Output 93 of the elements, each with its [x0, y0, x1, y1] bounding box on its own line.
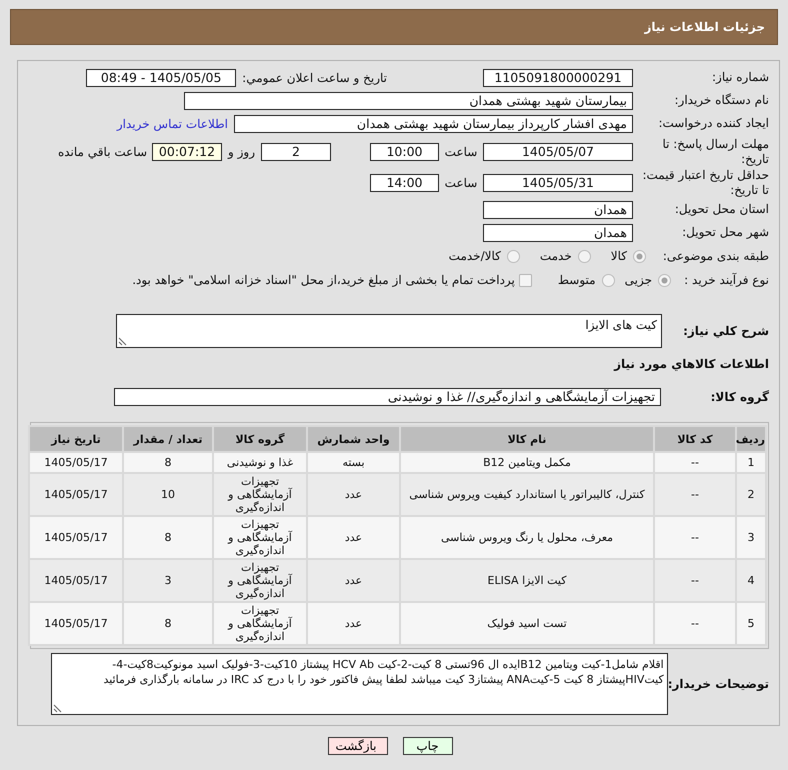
radio-label: کالا/خدمت [448, 249, 501, 263]
resize-grip-icon[interactable] [52, 704, 62, 713]
table-cell: -- [655, 603, 735, 644]
radio-label: جزیی [624, 273, 652, 287]
table-cell: کنترل، کالیبراتور یا استاندارد کیفیت ویروس شناسی [401, 474, 653, 515]
radio-button[interactable] [602, 274, 615, 286]
deadline-time-field[interactable]: 10:00 [370, 142, 439, 160]
table-cell: 1405/05/17 [30, 603, 122, 644]
table-cell: تست اسید فولیک [401, 603, 653, 644]
page-title: جزئیات اطلاعات نیاز [644, 20, 765, 34]
field-label: ایجاد کننده درخواست: [657, 116, 769, 131]
table-cell: 3 [737, 517, 765, 558]
need-summary-field[interactable]: کیت های الایزا [116, 314, 662, 348]
table-cell: 3 [124, 560, 212, 601]
field-label: شماره نیاز: [711, 70, 769, 85]
table-cell: 1405/05/17 [30, 517, 122, 558]
table-cell: 4 [737, 560, 765, 601]
requester-field[interactable]: مهدی افشار کارپرداز بیمارستان شهید بهشتی همدان [234, 114, 633, 132]
table-header-cell: نام کالا [401, 427, 653, 451]
table-header-cell: واحد شمارش [308, 427, 399, 451]
field-label: تاریخ و ساعت اعلان عمومي: [242, 70, 387, 84]
buyer-notes-field[interactable]: اقلام شامل1-کیت ویتامین B12ایده ال 96تستی 8 کیت-2-کیت HCV Ab پیشتاز 10کیت-3-فولیک اسید مونوکیت8کیت-4-کیتHIVپیشتاز 8 کیت 5-کیتANA پیشتاز3 کیت میباشد لطفا پیش فاکتور خود را با درج کد IRC در سامانه بارگذاری فرمائید [50, 653, 668, 715]
table-cell: بسته [308, 453, 399, 472]
need-number-field[interactable]: 1105091800000291 [483, 68, 633, 86]
validity-date-field[interactable]: 1405/05/31 [483, 174, 633, 192]
radio-button[interactable] [658, 274, 671, 286]
field-label: ساعت [444, 144, 478, 158]
announce-date-field[interactable]: 1405/05/05 - 08:49 [86, 68, 236, 86]
table-cell: عدد [308, 474, 399, 515]
table-cell: 8 [124, 453, 212, 472]
days-field[interactable]: 2 [261, 142, 331, 160]
validity-time-field[interactable]: 14:00 [370, 174, 439, 192]
table-cell: تجهیزات آزمایشگاهی و اندازه‌گیری [214, 474, 306, 515]
goods-group-field[interactable]: تجهیزات آزمایشگاهی و اندازه‌گیری// غذا و نوشیدنی [114, 388, 661, 406]
field-label: نام دستگاه خریدار: [674, 93, 769, 108]
field-label: روز و [228, 144, 255, 158]
table-cell: 1405/05/17 [30, 560, 122, 601]
province-field[interactable]: همدان [483, 200, 633, 218]
table-cell: عدد [308, 517, 399, 558]
deadline-date-field[interactable]: 1405/05/07 [483, 142, 633, 160]
field-label: گروه کالا: [710, 390, 769, 404]
table-cell: 8 [124, 603, 212, 644]
contact-info-link[interactable]: اطلاعات تماس خریدار [116, 116, 228, 130]
table-cell: -- [655, 453, 735, 472]
field-label: مهلت ارسال پاسخ: تا تاریخ: [661, 136, 769, 166]
print-button[interactable]: چاپ [402, 737, 452, 755]
remaining-time-field[interactable]: 00:07:12 [152, 142, 222, 160]
field-label: شرح كلي نياز: [683, 324, 769, 338]
field-label: نوع فرآیند خرید : [683, 272, 769, 288]
field-label: حداقل تاریخ اعتبار قیمت: تا تاریخ: [641, 168, 769, 198]
table-header-cell: کد کالا [655, 427, 735, 451]
table-cell: تجهیزات آزمایشگاهی و اندازه‌گیری [214, 517, 306, 558]
checkbox-label: پرداخت تمام یا بخشی از مبلغ خرید،از محل "اسناد خزانه اسلامی" خواهد بود. [132, 273, 515, 287]
radio-label: کالا [610, 249, 627, 263]
buyer-org-field[interactable]: بیمارستان شهید بهشتی همدان [184, 92, 633, 110]
back-button[interactable]: بازگشت [328, 737, 388, 755]
table-cell: 2 [737, 474, 765, 515]
table-header-cell: تاریخ نیاز [30, 427, 122, 451]
table-cell: عدد [308, 560, 399, 601]
field-label: ساعت [444, 176, 478, 190]
field-label: طبقه بندی موضوعی: [662, 248, 769, 264]
table-cell: -- [655, 517, 735, 558]
table-cell: 1405/05/17 [30, 474, 122, 515]
field-label: توضیحات خریدار: [668, 677, 769, 691]
table-cell: تجهیزات آزمایشگاهی و اندازه‌گیری [214, 560, 306, 601]
field-label: ساعت باقي مانده [58, 144, 147, 158]
checkbox[interactable] [518, 274, 532, 286]
table-cell: عدد [308, 603, 399, 644]
section-title: اطلاعات کالاهاي مورد نياز [612, 356, 769, 372]
table-cell: معرف، محلول یا رنگ ویروس شناسی [401, 517, 653, 558]
table-cell: کیت الایزا ELISA [401, 560, 653, 601]
table-cell: -- [655, 560, 735, 601]
table-header-cell: گروه کالا [214, 427, 306, 451]
table-cell: غذا و نوشیدنی [214, 453, 306, 472]
radio-label: متوسط [558, 273, 596, 287]
table-cell: -- [655, 474, 735, 515]
table-cell: مکمل ویتامین B12 [401, 453, 653, 472]
table-header-cell: ردیف [737, 427, 765, 451]
radio-button[interactable] [506, 250, 520, 262]
radio-button[interactable] [578, 250, 591, 262]
resize-grip-icon[interactable] [118, 337, 127, 346]
table-cell: 1405/05/17 [30, 453, 122, 472]
table-cell: 5 [737, 603, 765, 644]
city-field[interactable]: همدان [483, 224, 633, 242]
radio-label: خدمت [540, 249, 572, 263]
field-label: شهر محل تحویل: [681, 225, 769, 240]
table-cell: 10 [124, 474, 212, 515]
table-header-cell: تعداد / مقدار [124, 427, 212, 451]
table-cell: 8 [124, 517, 212, 558]
radio-button[interactable] [633, 250, 646, 262]
field-label: استان محل تحویل: [674, 202, 769, 217]
table-cell: 1 [737, 453, 765, 472]
table-cell: تجهیزات آزمایشگاهی و اندازه‌گیری [214, 603, 306, 644]
